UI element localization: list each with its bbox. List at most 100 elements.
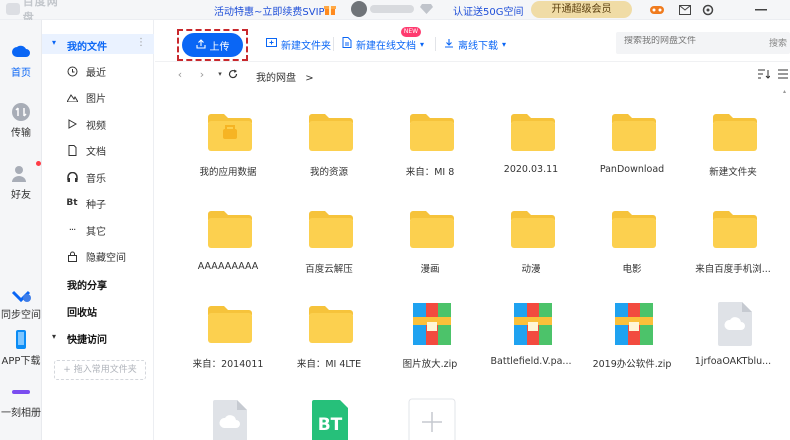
clock-icon [66, 65, 78, 77]
category-label: 其它 [86, 226, 106, 238]
upload-icon [195, 38, 206, 52]
rail-friends[interactable]: 好友 [0, 161, 42, 201]
category-hidden-space[interactable]: 隐藏空间 [42, 246, 154, 266]
my-share-link[interactable]: 我的分享 [67, 277, 107, 292]
baidu-netdisk-window: 百度网盘 活动特惠~立即续费SVIP 认证送50G空间 开通超级会员 首页 传输… [0, 0, 790, 440]
category-other[interactable]: ··· 其它 [42, 220, 154, 240]
offline-download-button[interactable]: 离线下载 ▾ [444, 36, 506, 52]
folder-icon [408, 205, 456, 253]
chevron-down-icon: ▾ [420, 39, 425, 49]
upload-label: 上传 [209, 41, 230, 53]
file-name: 来自百度手机浏... [695, 264, 771, 275]
sync-icon [11, 284, 31, 304]
gift-icon[interactable] [324, 4, 336, 15]
rail-label: 首页 [11, 68, 31, 79]
svip-promo-link[interactable]: 活动特惠~立即续费SVIP [214, 3, 325, 18]
collapse-arrow-icon[interactable]: ▾ [52, 38, 56, 47]
rail-app-download[interactable]: APP下载 [0, 330, 42, 367]
category-label: 视频 [86, 120, 106, 132]
category-label: 隐藏空间 [86, 252, 126, 264]
open-vip-button[interactable]: 开通超级会员 [531, 1, 632, 18]
category-images[interactable]: 图片 [42, 87, 154, 107]
settings-icon[interactable] [701, 3, 715, 16]
category-torrents[interactable]: Bt 种子 [42, 193, 154, 213]
rail-transfer[interactable]: 传输 [0, 102, 42, 139]
document-icon [66, 144, 78, 156]
breadcrumb: 我的网盘 > [256, 69, 314, 84]
game-icon[interactable] [650, 3, 664, 16]
notification-dot [36, 161, 41, 166]
breadcrumb-separator: > [305, 73, 314, 84]
folder-icon [307, 300, 355, 348]
collapse-arrow-icon[interactable]: ▾ [52, 332, 56, 341]
offline-download-label: 离线下载 [458, 40, 498, 52]
quick-access-heading[interactable]: 快捷访问 [67, 331, 107, 346]
more-icon[interactable]: ⋮ [136, 37, 146, 48]
file-name: AAAAAAAAA [197, 261, 259, 272]
breadcrumb-root[interactable]: 我的网盘 [256, 73, 296, 84]
search-input[interactable] [624, 36, 754, 46]
my-files-section[interactable]: ▾ 我的文件 ⋮ [42, 34, 154, 54]
rail-label: APP下载 [1, 356, 41, 367]
category-label: 文档 [86, 146, 106, 158]
folder-icon [206, 300, 254, 348]
user-avatar[interactable] [351, 1, 367, 17]
folder-icon [610, 205, 658, 253]
folder-icon [711, 205, 759, 253]
file-name: 来自：MI 8 [405, 167, 455, 178]
zip-icon [408, 300, 456, 348]
album-icon [11, 382, 31, 402]
bt-file-icon: BT [307, 398, 355, 440]
sort-icon[interactable] [758, 68, 770, 80]
file-name: 来自：2014011 [192, 359, 264, 370]
add-common-folder-button[interactable]: + 拖入常用文件夹 [54, 360, 146, 380]
add-folder-icon [266, 38, 277, 50]
history-dropdown-icon[interactable]: ▾ [214, 68, 226, 80]
refresh-icon[interactable] [227, 68, 239, 80]
file-name: 我的应用数据 [199, 167, 257, 178]
svg-text:BT: BT [318, 415, 343, 435]
new-folder-label: 新建文件夹 [281, 40, 331, 52]
mail-icon[interactable] [678, 3, 692, 16]
back-icon[interactable]: ‹ [174, 68, 186, 81]
folder-icon [307, 205, 355, 253]
category-videos[interactable]: 视频 [42, 114, 154, 134]
category-recent[interactable]: 最近 [42, 61, 154, 81]
username[interactable] [370, 5, 414, 13]
category-label: 最近 [86, 67, 106, 79]
category-documents[interactable]: 文档 [42, 140, 154, 160]
diamond-icon[interactable] [420, 3, 433, 15]
file-name: 百度云解压 [305, 264, 353, 275]
lock-icon [66, 250, 78, 262]
folder-icon [711, 108, 759, 156]
rail-sync[interactable]: 同步空间 [0, 284, 42, 321]
rail-label: 好友 [11, 190, 31, 201]
category-music[interactable]: 音乐 [42, 167, 154, 187]
rail-home[interactable]: 首页 [0, 42, 42, 79]
file-name: 我的资源 [309, 167, 348, 178]
folder-icon [206, 205, 254, 253]
new-folder-button[interactable]: 新建文件夹 [266, 36, 331, 52]
scrollbar[interactable]: ▴ [783, 88, 789, 440]
file-name: PanDownload [599, 164, 665, 175]
chevron-down-icon: ▾ [502, 39, 507, 49]
zip-icon [610, 300, 658, 348]
verify-link[interactable]: 认证送50G空间 [453, 3, 523, 18]
recycle-bin-link[interactable]: 回收站 [67, 304, 97, 319]
zip-icon [509, 300, 557, 348]
view-mode-icon[interactable] [777, 68, 789, 80]
category-label: 图片 [86, 93, 106, 105]
bt-icon: Bt [66, 198, 78, 208]
file-name: 2020.03.11 [503, 164, 559, 175]
minimize-icon[interactable] [754, 3, 768, 16]
app-folder-icon [206, 108, 254, 156]
scroll-up-icon[interactable]: ▴ [783, 88, 788, 95]
upload-button[interactable]: 上传 [182, 33, 243, 57]
download-icon [444, 38, 454, 51]
forward-icon[interactable]: › [196, 68, 208, 81]
image-icon [66, 91, 78, 103]
my-files-label: 我的文件 [67, 42, 107, 53]
rail-album[interactable]: 一刻相册 [0, 382, 42, 419]
new-online-doc-button[interactable]: 新建在线文档 ▾ [342, 36, 424, 52]
search-button[interactable]: 搜索 [769, 36, 787, 49]
